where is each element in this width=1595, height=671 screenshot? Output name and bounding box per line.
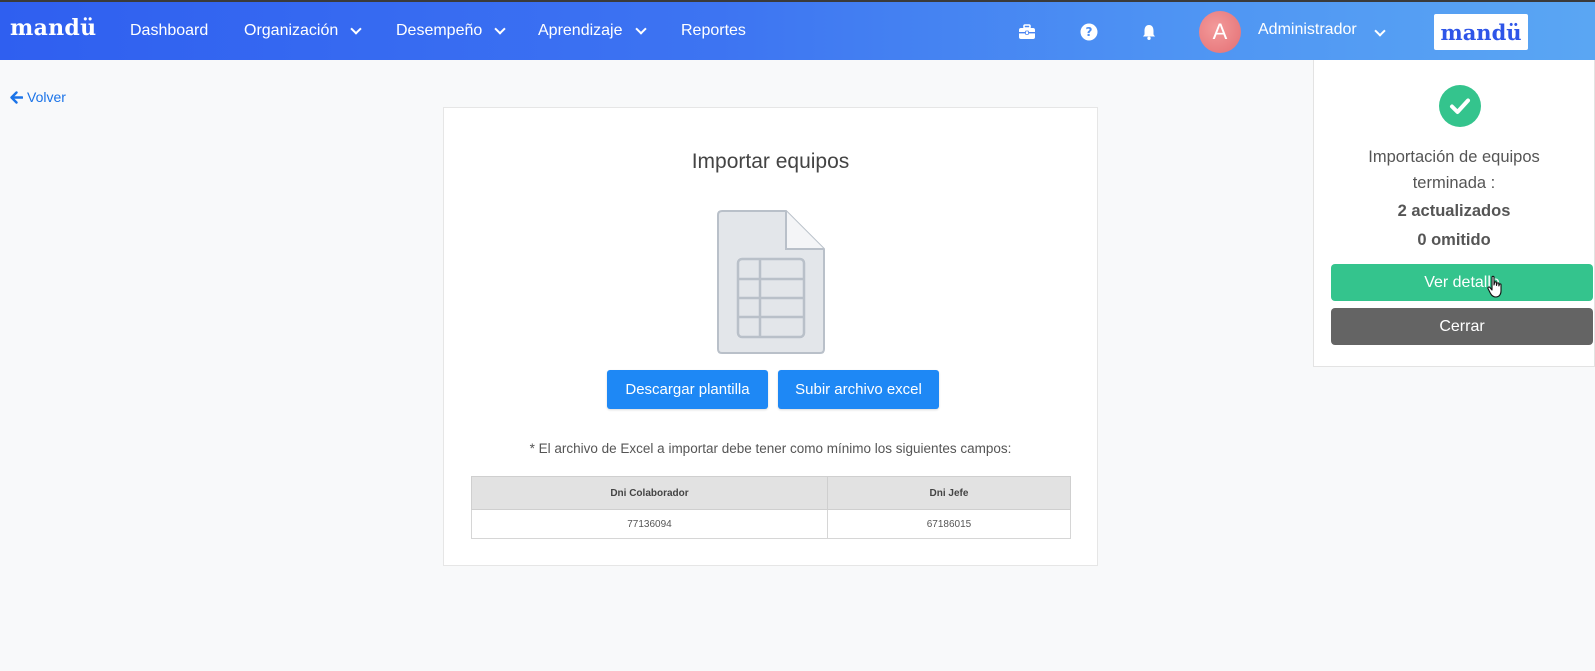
chevron-down-icon (494, 22, 506, 35)
required-fields-note: * El archivo de Excel a importar debe te… (529, 441, 1012, 456)
chevron-down-icon (350, 22, 362, 35)
required-fields-table: Dni Colaborador Dni Jefe 77136094 671860… (471, 476, 1071, 539)
svg-text:?: ? (1086, 25, 1093, 39)
close-button[interactable]: Cerrar (1331, 308, 1593, 345)
result-message: Importación de equipos terminada : (1314, 144, 1594, 196)
table-row: 77136094 67186015 (471, 509, 1071, 539)
nav-reportes[interactable]: Reportes (681, 22, 746, 40)
table-cell: 77136094 (471, 509, 828, 539)
chevron-down-icon[interactable] (1374, 25, 1386, 37)
back-label: Volver (27, 89, 66, 105)
brand-logo[interactable]: mandü (10, 15, 96, 41)
result-message-line: Importación de equipos (1368, 148, 1540, 166)
nav-desempeno[interactable]: Desempeño (396, 22, 506, 40)
user-name[interactable]: Administrador (1258, 21, 1357, 39)
chevron-down-icon (634, 22, 647, 35)
briefcase-icon[interactable] (1018, 23, 1036, 41)
company-logo: mandü (1434, 14, 1528, 50)
user-avatar[interactable]: A (1199, 11, 1241, 53)
nav-reportes-label: Reportes (681, 22, 746, 39)
page-title: Importar equipos (691, 150, 850, 173)
column-header: Dni Jefe (827, 476, 1071, 510)
updated-count: 2 actualizados (1397, 202, 1511, 220)
nav-organizacion[interactable]: Organización (244, 22, 362, 40)
nav-aprendizaje-label: Aprendizaje (538, 22, 623, 39)
download-template-button[interactable]: Descargar plantilla (607, 370, 768, 409)
check-circle-icon (1439, 85, 1481, 127)
view-detail-button[interactable]: Ver detalle (1331, 264, 1593, 301)
nav-dashboard[interactable]: Dashboard (130, 22, 208, 40)
upload-excel-button[interactable]: Subir archivo excel (778, 370, 939, 409)
spreadsheet-file-icon (717, 210, 825, 354)
back-link[interactable]: Volver (10, 89, 66, 105)
help-icon[interactable]: ? (1080, 23, 1098, 41)
nav-dashboard-label: Dashboard (130, 22, 209, 39)
import-card: Importar equipos Descargar plantilla Sub… (443, 107, 1098, 566)
column-header: Dni Colaborador (471, 476, 828, 510)
nav-aprendizaje[interactable]: Aprendizaje (538, 22, 647, 40)
nav-organizacion-label: Organización (244, 22, 339, 39)
hand-cursor-icon (1487, 275, 1502, 298)
result-message-line: terminada : (1412, 174, 1496, 192)
import-result-panel: Importación de equipos terminada : 2 act… (1313, 60, 1595, 367)
arrow-left-icon (10, 90, 23, 104)
table-cell: 67186015 (827, 509, 1071, 539)
top-navbar: mandü Dashboard Organización Desempeño A… (0, 0, 1595, 60)
nav-desempeno-label: Desempeño (396, 22, 483, 39)
skipped-count: 0 omitido (1417, 231, 1491, 249)
bell-icon[interactable] (1140, 23, 1158, 41)
